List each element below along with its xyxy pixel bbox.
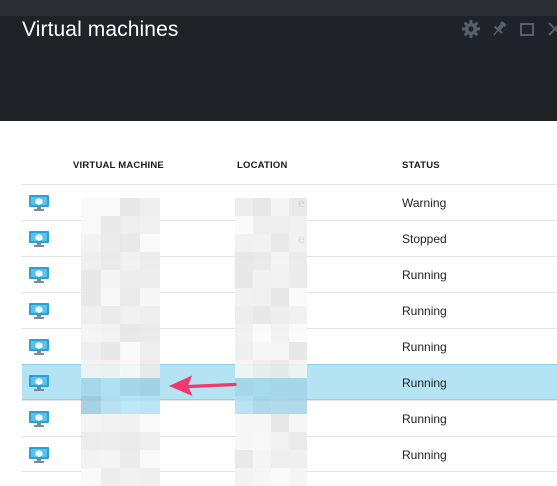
location-cell: e: [298, 232, 305, 246]
pin-button[interactable]: [489, 18, 509, 40]
status-cell: Warning: [402, 196, 447, 210]
status-cell: Running: [402, 268, 447, 282]
virtual-machine-icon: [29, 267, 49, 283]
pin-icon: [493, 20, 507, 36]
status-cell: Running: [402, 376, 447, 390]
table-row[interactable]: Running: [22, 328, 557, 364]
status-cell: Running: [402, 448, 447, 462]
virtual-machine-icon: [29, 339, 49, 355]
header-actions: [461, 18, 557, 40]
status-cell: Stopped: [402, 232, 447, 246]
column-header-virtual-machine[interactable]: VIRTUAL MACHINE: [73, 160, 164, 171]
column-header-status[interactable]: STATUS: [402, 160, 440, 171]
table-row[interactable]: Running: [22, 292, 557, 328]
status-cell: Running: [402, 340, 447, 354]
maximize-button[interactable]: [517, 18, 537, 40]
virtual-machine-icon: [29, 195, 49, 211]
maximize-icon: [520, 23, 534, 36]
close-button[interactable]: [545, 18, 557, 40]
table-row[interactable]: Running: [22, 256, 557, 292]
virtual-machines-grid: VIRTUAL MACHINE LOCATION STATUS e Warning…: [22, 150, 557, 472]
table-row[interactable]: Running: [22, 364, 557, 400]
blade-header: Virtual machines: [0, 0, 557, 121]
virtual-machine-icon: [29, 447, 49, 463]
blade-title: Virtual machines: [22, 18, 179, 41]
column-header-location[interactable]: LOCATION: [237, 160, 288, 171]
close-icon: [548, 22, 557, 36]
table-row[interactable]: Running: [22, 436, 557, 472]
status-cell: Running: [402, 304, 447, 318]
status-cell: Running: [402, 412, 447, 426]
location-cell: e: [298, 196, 305, 210]
grid-rows: e Warning e Stopped Running Running Running Run…: [22, 184, 557, 472]
virtual-machine-icon: [29, 411, 49, 427]
table-row[interactable]: e Warning: [22, 184, 557, 220]
virtual-machine-icon: [29, 303, 49, 319]
table-row[interactable]: e Stopped: [22, 220, 557, 256]
gear-icon: [462, 20, 480, 38]
virtual-machine-icon: [29, 231, 49, 247]
settings-button[interactable]: [461, 18, 481, 40]
table-row[interactable]: Running: [22, 400, 557, 436]
grid-header: VIRTUAL MACHINE LOCATION STATUS: [22, 150, 557, 184]
virtual-machine-icon: [29, 375, 49, 391]
header-top-strip: [0, 0, 557, 16]
